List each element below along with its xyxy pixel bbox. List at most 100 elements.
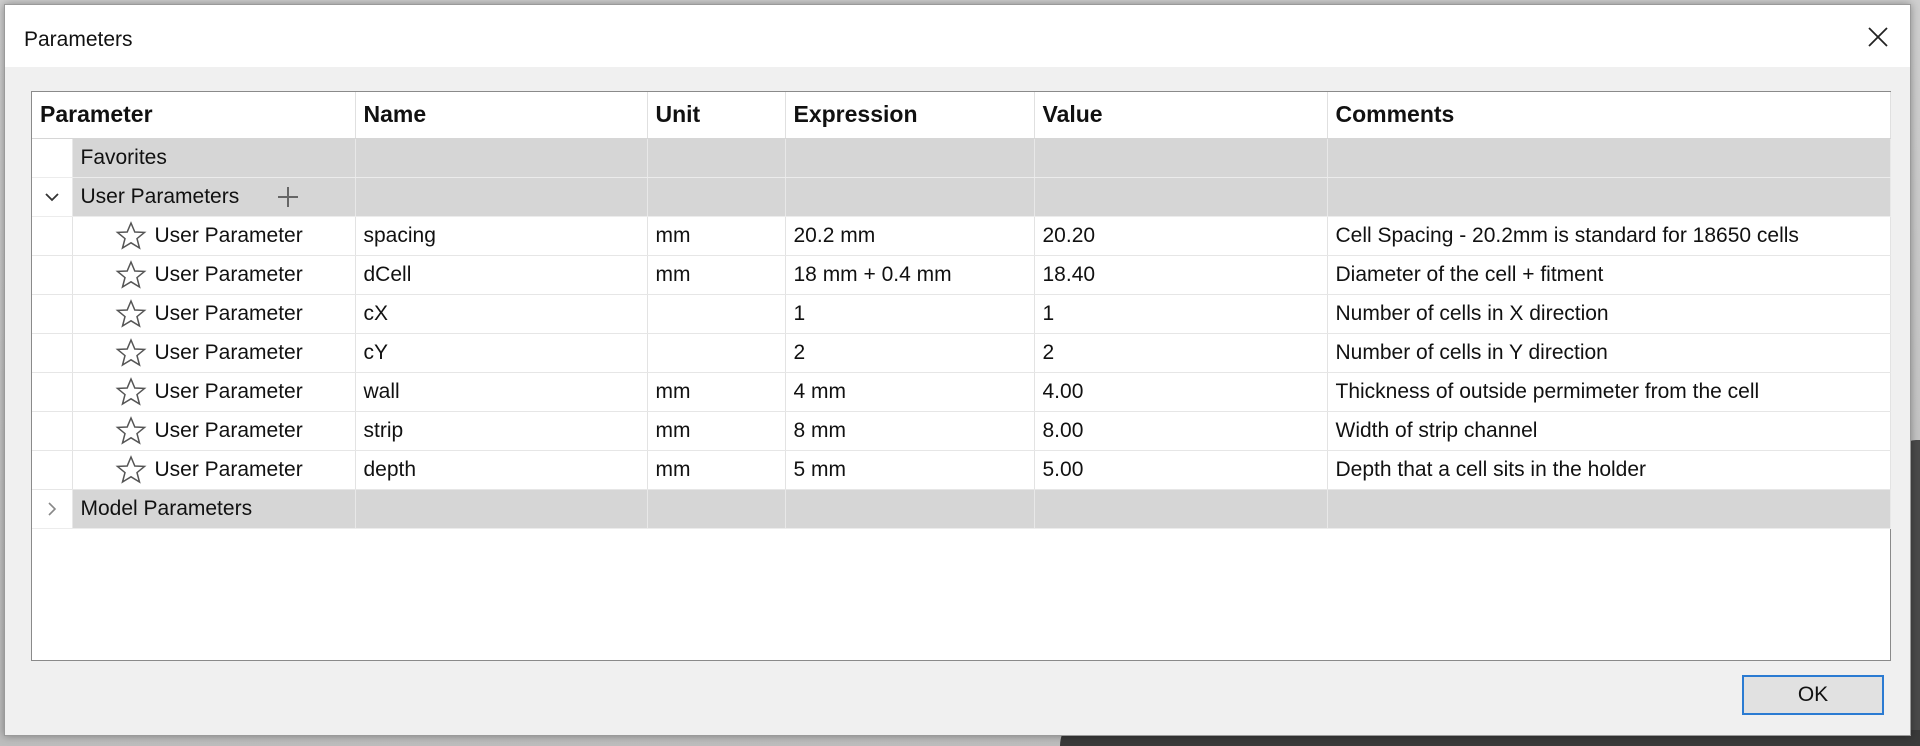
- close-button[interactable]: [1856, 17, 1900, 57]
- unit-cell[interactable]: mm: [647, 372, 786, 412]
- dialog-title: Parameters: [24, 28, 133, 51]
- expression-cell[interactable]: 2: [785, 333, 1035, 373]
- tree-spacer: [32, 216, 73, 256]
- name-cell[interactable]: depth: [355, 450, 648, 490]
- group-cell: [355, 489, 648, 529]
- group-label-favorites: Favorites: [72, 138, 356, 178]
- star-icon[interactable]: [115, 376, 147, 408]
- column-header-expression[interactable]: Expression: [785, 92, 1035, 139]
- group-row-favorites[interactable]: Favorites: [32, 138, 1891, 178]
- parameter-cell: User Parameter: [72, 411, 356, 451]
- name-cell[interactable]: dCell: [355, 255, 648, 295]
- tree-spacer: [32, 255, 73, 295]
- group-label-user: User Parameters: [80, 184, 240, 208]
- parameter-cell: User Parameter: [72, 450, 356, 490]
- group-row-user-parameters[interactable]: User Parameters: [32, 177, 1891, 217]
- group-cell: [647, 177, 786, 217]
- group-cell: [785, 489, 1035, 529]
- group-cell: [1034, 138, 1328, 178]
- star-icon[interactable]: [115, 220, 147, 252]
- group-cell: [647, 489, 786, 529]
- tree-spacer: [32, 450, 73, 490]
- table-row[interactable]: User Parameter strip mm 8 mm 8.00 Width …: [32, 411, 1891, 451]
- close-icon: [1868, 27, 1888, 47]
- parameters-dialog: Parameters Parameter Name Unit Expressio…: [4, 4, 1911, 736]
- star-icon[interactable]: [115, 337, 147, 369]
- dialog-titlebar: Parameters: [5, 5, 1910, 67]
- group-cell: [785, 177, 1035, 217]
- tree-spacer: [32, 138, 73, 178]
- comment-cell[interactable]: Thickness of outside permimeter from the…: [1327, 372, 1891, 412]
- column-header-comments[interactable]: Comments: [1327, 92, 1891, 139]
- group-row-model-parameters[interactable]: Model Parameters: [32, 489, 1891, 529]
- parameter-cell: User Parameter: [72, 255, 356, 295]
- comment-cell[interactable]: Number of cells in Y direction: [1327, 333, 1891, 373]
- table-row[interactable]: User Parameter dCell mm 18 mm + 0.4 mm 1…: [32, 255, 1891, 295]
- value-cell: 5.00: [1034, 450, 1328, 490]
- group-cell: [1034, 489, 1328, 529]
- expand-toggle-model[interactable]: [32, 489, 73, 529]
- parameter-type: User Parameter: [154, 418, 303, 442]
- column-header-parameter[interactable]: Parameter: [32, 92, 356, 139]
- table-row[interactable]: User Parameter wall mm 4 mm 4.00 Thickne…: [32, 372, 1891, 412]
- table-row[interactable]: User Parameter cX 1 1 Number of cells in…: [32, 294, 1891, 334]
- star-icon[interactable]: [115, 298, 147, 330]
- parameter-cell: User Parameter: [72, 372, 356, 412]
- expression-cell[interactable]: 5 mm: [785, 450, 1035, 490]
- column-header-name[interactable]: Name: [355, 92, 648, 139]
- group-label-cell: User Parameters: [72, 177, 356, 217]
- expression-cell[interactable]: 4 mm: [785, 372, 1035, 412]
- expression-cell[interactable]: 1: [785, 294, 1035, 334]
- plus-icon[interactable]: [277, 186, 299, 208]
- table-row[interactable]: User Parameter cY 2 2 Number of cells in…: [32, 333, 1891, 373]
- group-cell: [785, 138, 1035, 178]
- comment-cell[interactable]: Cell Spacing - 20.2mm is standard for 18…: [1327, 216, 1891, 256]
- expression-cell[interactable]: 8 mm: [785, 411, 1035, 451]
- star-icon[interactable]: [115, 415, 147, 447]
- unit-cell[interactable]: mm: [647, 450, 786, 490]
- parameters-grid: Parameter Name Unit Expression Value Com…: [31, 91, 1891, 661]
- unit-cell[interactable]: [647, 294, 786, 334]
- ok-button[interactable]: OK: [1742, 675, 1884, 715]
- parameter-type: User Parameter: [154, 340, 303, 364]
- tree-spacer: [32, 333, 73, 373]
- column-header-value[interactable]: Value: [1034, 92, 1328, 139]
- parameter-type: User Parameter: [154, 379, 303, 403]
- chevron-down-icon: [45, 193, 59, 202]
- parameter-cell: User Parameter: [72, 333, 356, 373]
- name-cell[interactable]: cX: [355, 294, 648, 334]
- table-row[interactable]: User Parameter spacing mm 20.2 mm 20.20 …: [32, 216, 1891, 256]
- comment-cell[interactable]: Depth that a cell sits in the holder: [1327, 450, 1891, 490]
- parameter-type: User Parameter: [154, 262, 303, 286]
- group-cell: [647, 138, 786, 178]
- table-header: Parameter Name Unit Expression Value Com…: [32, 92, 1891, 139]
- tree-spacer: [32, 294, 73, 334]
- name-cell[interactable]: spacing: [355, 216, 648, 256]
- parameter-type: User Parameter: [154, 223, 303, 247]
- unit-cell[interactable]: [647, 333, 786, 373]
- unit-cell[interactable]: mm: [647, 411, 786, 451]
- expand-toggle-user[interactable]: [32, 177, 73, 217]
- group-cell: [1327, 489, 1891, 529]
- parameter-cell: User Parameter: [72, 216, 356, 256]
- value-cell: 2: [1034, 333, 1328, 373]
- unit-cell[interactable]: mm: [647, 255, 786, 295]
- value-cell: 18.40: [1034, 255, 1328, 295]
- chevron-right-icon: [48, 502, 56, 516]
- star-icon[interactable]: [115, 259, 147, 291]
- value-cell: 8.00: [1034, 411, 1328, 451]
- unit-cell[interactable]: mm: [647, 216, 786, 256]
- expression-cell[interactable]: 18 mm + 0.4 mm: [785, 255, 1035, 295]
- name-cell[interactable]: strip: [355, 411, 648, 451]
- comment-cell[interactable]: Width of strip channel: [1327, 411, 1891, 451]
- name-cell[interactable]: wall: [355, 372, 648, 412]
- name-cell[interactable]: cY: [355, 333, 648, 373]
- comment-cell[interactable]: Diameter of the cell + fitment: [1327, 255, 1891, 295]
- column-header-unit[interactable]: Unit: [647, 92, 786, 139]
- comment-cell[interactable]: Number of cells in X direction: [1327, 294, 1891, 334]
- group-cell: [1327, 138, 1891, 178]
- parameter-cell: User Parameter: [72, 294, 356, 334]
- star-icon[interactable]: [115, 454, 147, 486]
- table-row[interactable]: User Parameter depth mm 5 mm 5.00 Depth …: [32, 450, 1891, 490]
- expression-cell[interactable]: 20.2 mm: [785, 216, 1035, 256]
